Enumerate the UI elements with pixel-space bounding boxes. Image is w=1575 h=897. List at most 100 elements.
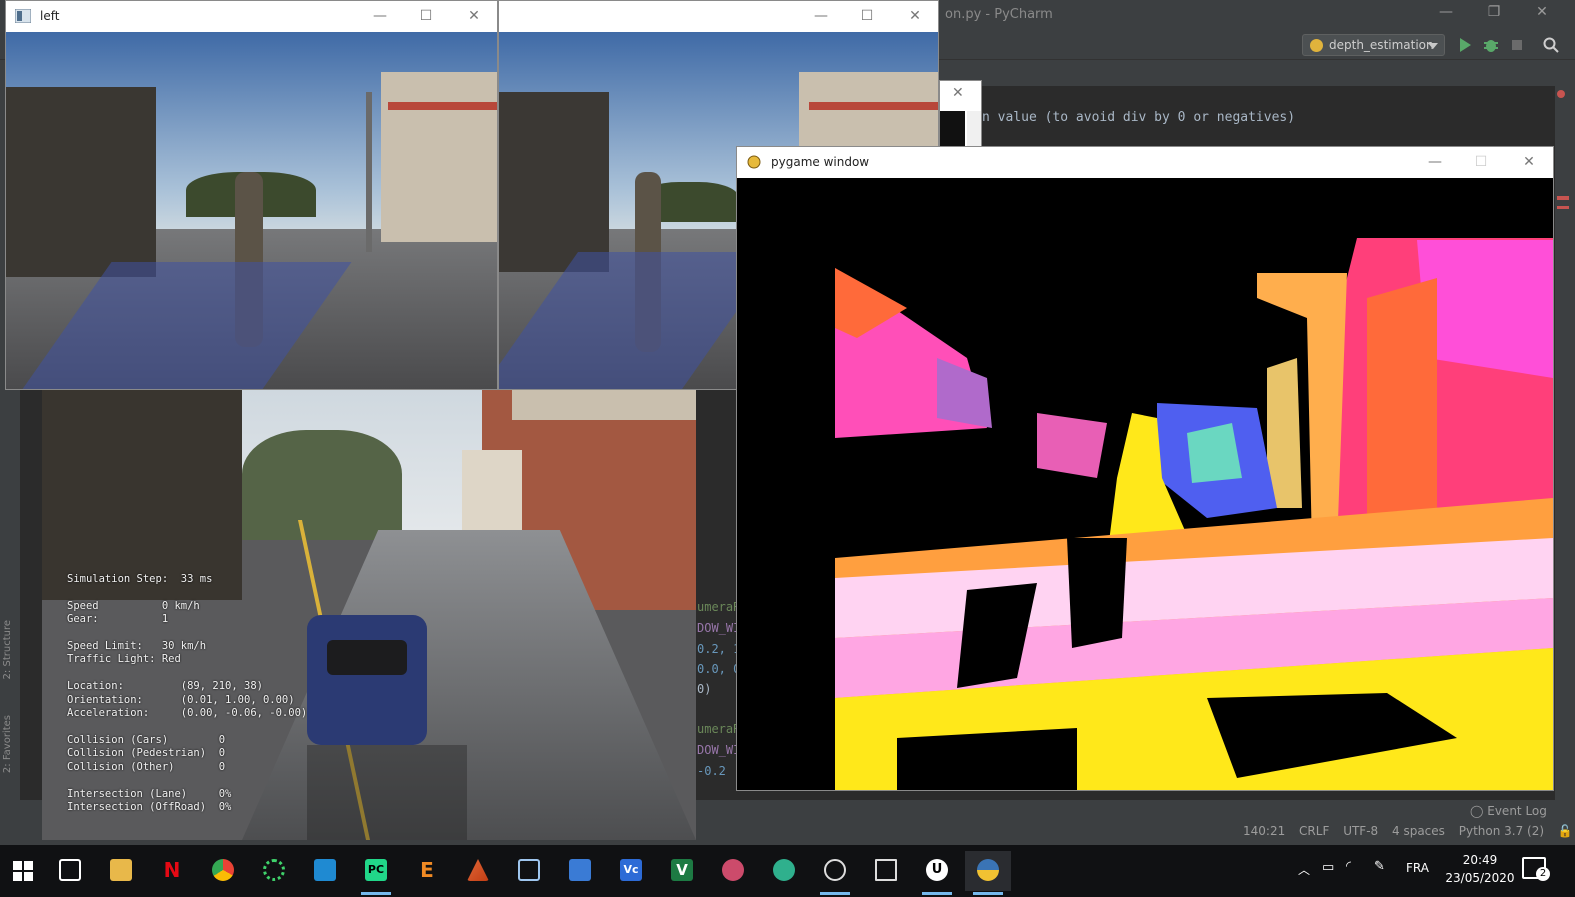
stop-icon[interactable] [1508,36,1526,54]
hud-line: Gear: 1 [67,613,169,626]
interpreter-setting[interactable]: Python 3.7 (2) [1459,824,1544,838]
taskbar-app[interactable] [863,851,909,891]
taskbar-app[interactable] [506,851,552,891]
taskbar-app[interactable] [455,851,501,891]
close-icon[interactable]: ✕ [1517,154,1541,170]
minimize-icon[interactable]: — [1423,154,1447,170]
car [307,615,427,745]
lock-icon[interactable]: 🔓 [1558,824,1573,838]
debug-icon[interactable] [1482,36,1500,54]
file-encoding[interactable]: UTF-8 [1343,824,1378,838]
error-marker[interactable] [1557,196,1569,200]
notification-count: 2 [1536,867,1550,881]
building-left [42,390,242,600]
small-dialog[interactable]: ✕ [939,80,982,150]
caret-position[interactable]: 140:21 [1243,824,1285,838]
run-configuration-dropdown[interactable]: depth_estimation [1302,34,1445,56]
taskbar-app[interactable]: N [149,851,195,891]
pygame-titlebar: pygame window — ☐ ✕ [737,147,1553,178]
error-indicator-icon[interactable] [1557,90,1565,98]
minimize-icon[interactable]: — [809,8,833,24]
hud-line: Orientation: (0.01, 1.00, 0.00) [67,693,295,706]
unreal-icon: U [926,859,948,881]
minimize-icon[interactable]: — [368,8,392,24]
taskbar-app[interactable]: Vc [608,851,654,891]
battery-icon[interactable]: ▭ [1322,860,1334,875]
favorites-tab[interactable]: 2: Favorites [2,715,18,773]
chevron-down-icon [1428,43,1438,49]
line-separator[interactable]: CRLF [1299,824,1329,838]
netflix-icon: N [163,858,181,882]
paint-icon [722,859,744,881]
error-marker[interactable] [1557,206,1569,209]
search-icon[interactable] [1542,36,1560,54]
hud-line: Location: (89, 210, 38) [67,680,263,693]
close-icon[interactable]: ✕ [903,8,927,24]
start-button[interactable] [0,851,46,891]
taskbar-app[interactable] [200,851,246,891]
chrome-icon [212,859,234,881]
run-configuration-label: depth_estimation [1329,38,1434,52]
pygame-window[interactable]: pygame window — ☐ ✕ [736,146,1554,791]
maximize-icon[interactable]: ☐ [855,8,879,24]
hud-line: Collision (Pedestrian) 0 [67,747,226,760]
wifi-icon[interactable]: ◜ [1346,859,1351,874]
taskbar-app[interactable] [812,851,858,895]
terminal-icon [875,859,897,881]
clock-date: 23/05/2020 [1445,871,1515,885]
system-clock[interactable]: 20:49 23/05/2020 [1444,851,1516,887]
scrollbar[interactable] [967,111,981,149]
close-icon[interactable]: ✕ [462,8,486,24]
hud-line: Traffic Light: Red [67,653,181,666]
taskbar-app[interactable] [98,851,144,891]
hud-line: Acceleration: (0.00, -0.06, -0.00) [67,707,308,720]
code-fragment: umeraR [697,722,741,736]
hud-line: Speed Limit: 30 km/h [67,640,207,653]
structure-tab[interactable]: 2: Structure [2,620,18,679]
chevron-up-icon[interactable]: ︿ [1298,861,1310,878]
maximize-icon[interactable]: ☐ [414,8,438,24]
pycharm-icon: PC [365,859,387,881]
taskbar-app[interactable] [251,851,297,891]
hud-line: Collision (Other) 0 [67,760,226,773]
pygame-window-title: pygame window [771,155,870,169]
close-icon[interactable]: ✕ [1522,4,1562,20]
task-view-button[interactable] [47,851,93,891]
pygame-icon [747,155,761,169]
street-lamp [366,92,372,252]
taskbar-app[interactable]: PC [353,851,399,895]
minimize-icon[interactable]: — [1426,4,1466,20]
taskbar-app[interactable] [710,851,756,891]
vc-icon: Vc [620,859,642,881]
taskbar-app[interactable]: U [914,851,960,895]
matlab-icon [467,859,489,881]
taskbar-app[interactable] [965,851,1011,895]
run-icon[interactable] [1456,36,1474,54]
taskbar-app[interactable] [557,851,603,891]
hud-line: Speed 0 km/h [67,599,200,612]
notifications-icon[interactable]: 2 [1522,857,1550,881]
left-camera-view [6,32,497,389]
taskbar-app[interactable] [302,851,348,891]
code-fragment: DOW_WI [697,621,741,635]
event-log-button[interactable]: ◯ Event Log [1470,804,1547,818]
left-camera-window[interactable]: left — ☐ ✕ [5,0,498,390]
taskbar-app[interactable] [761,851,807,891]
taskbar-app[interactable]: E [404,851,450,891]
maps-icon [773,859,795,881]
indent-setting[interactable]: 4 spaces [1392,824,1445,838]
close-icon[interactable]: ✕ [952,85,964,101]
restore-icon[interactable]: ❐ [1474,4,1514,20]
depth-map-image [737,178,1553,790]
pen-icon[interactable]: ✎ [1374,859,1385,874]
python-icon [977,859,999,881]
start-icon [13,861,33,881]
file-explorer-icon [110,859,132,881]
code-comment-line: n value (to avoid div by 0 or negatives) [982,110,1296,125]
code-fragment: -0.2 [697,764,726,778]
taskbar-app[interactable]: V [659,851,705,891]
trees [242,430,402,540]
input-language[interactable]: FRA [1406,861,1429,875]
code-fragment: 0) [697,682,712,696]
code-fragment: DOW_WI [697,743,741,757]
